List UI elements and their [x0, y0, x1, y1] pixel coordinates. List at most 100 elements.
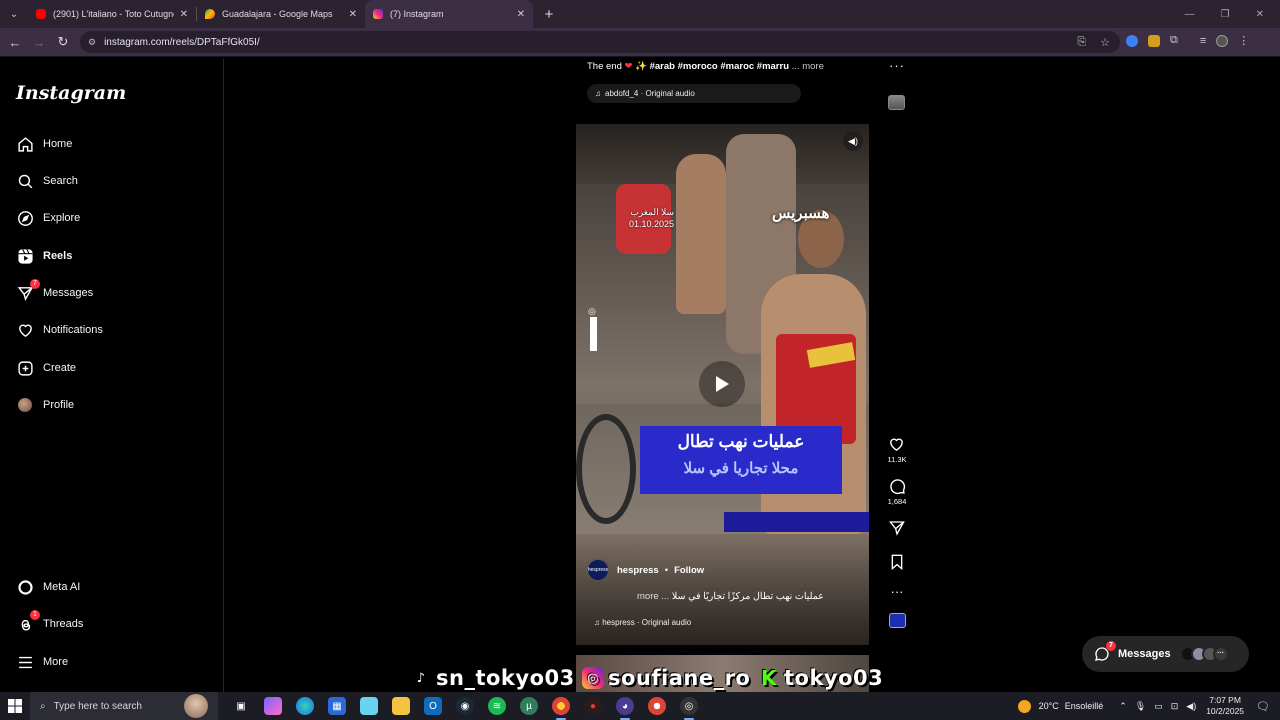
previous-reel-audio[interactable]: ♫ abdofd_4 · Original audio	[587, 84, 801, 103]
news-banner: عمليات نهب تطال محلا تجاريا في سلا	[640, 426, 842, 494]
install-app-icon[interactable]: ⎘	[1077, 36, 1086, 49]
tab-title: Guadalajara - Google Maps	[222, 9, 333, 19]
weather-sun-icon[interactable]	[1017, 699, 1031, 713]
sidebar-item-notifications[interactable]: Notifications	[16, 317, 103, 343]
extension-icon[interactable]	[1148, 34, 1160, 47]
sidebar-item-meta-ai[interactable]: Meta AI	[16, 574, 80, 600]
sidebar-item-create[interactable]: Create	[16, 355, 76, 381]
chrome-profile-icon[interactable]	[648, 697, 666, 715]
author-avatar[interactable]: hespress	[587, 559, 609, 581]
follow-button[interactable]: Follow	[674, 565, 704, 576]
file-explorer-icon[interactable]	[392, 697, 410, 715]
restore-icon[interactable]: ❐	[1221, 9, 1230, 20]
messages-pill-label: Messages	[1118, 648, 1171, 660]
reel-caption[interactable]: more ... عمليات نهب تطال مركزًا تجاريًا …	[637, 591, 824, 602]
kebab-menu-icon[interactable]: ⋮	[1238, 34, 1249, 47]
network-icon[interactable]: ⊡	[1171, 701, 1179, 712]
sidebar-item-label: Reels	[43, 250, 73, 262]
obs-icon[interactable]: ◎	[680, 697, 698, 720]
spotify-icon[interactable]: ≋	[488, 697, 506, 715]
chrome-icon[interactable]	[552, 697, 570, 720]
taskbar-clock[interactable]: 7:07 PM 10/2/2025	[1206, 695, 1244, 717]
weather-temp[interactable]: 20°C	[1039, 701, 1059, 711]
reload-icon[interactable]: ↻	[51, 34, 75, 50]
app-red-icon[interactable]: ●	[584, 697, 602, 715]
edge-icon[interactable]	[296, 697, 314, 715]
audio-thumbnail-icon[interactable]	[888, 95, 905, 110]
more-avatars-icon: ···	[1212, 646, 1229, 662]
chevron-up-icon[interactable]: ⌃	[1119, 701, 1127, 712]
store-icon[interactable]: ▦	[328, 697, 346, 715]
tab-instagram[interactable]: (7) Instagram ✕	[365, 0, 533, 28]
reel-audio-link[interactable]: ♫ hespress · Original audio	[594, 618, 691, 627]
tab-search-button[interactable]: ⌄	[0, 0, 28, 28]
sidebar-item-search[interactable]: Search	[16, 168, 78, 194]
windows-start-button[interactable]	[0, 699, 30, 713]
more-link[interactable]: ... more	[792, 61, 824, 72]
volume-icon[interactable]: ◀)	[1186, 701, 1196, 712]
play-button[interactable]	[699, 361, 745, 407]
instagram-favicon-icon	[373, 9, 383, 19]
previous-reel-caption[interactable]: The end ❤ ✨ #arab #moroco #maroc #marru …	[587, 61, 824, 72]
minimize-icon[interactable]: —	[1185, 9, 1195, 20]
extension-icon[interactable]	[1126, 34, 1138, 47]
weather-desc[interactable]: Ensoleillé	[1065, 701, 1104, 711]
compass-icon	[16, 209, 34, 227]
instagram-logo[interactable]: Instagram	[16, 82, 126, 104]
tab-youtube[interactable]: (2901) L'italiano - Toto Cutugno ✕	[28, 0, 196, 28]
comment-icon	[889, 479, 905, 495]
maps-favicon-icon	[205, 9, 215, 19]
like-button[interactable]: 11.3K	[887, 436, 907, 464]
music-note-icon: ♫	[595, 89, 601, 98]
share-button[interactable]	[889, 520, 905, 536]
close-icon[interactable]: ✕	[349, 9, 357, 20]
more-options-icon[interactable]: ···	[889, 58, 905, 73]
close-icon[interactable]: ✕	[180, 9, 188, 20]
forward-icon[interactable]: →	[27, 35, 51, 50]
messages-floating-button[interactable]: 7 Messages ···	[1082, 636, 1249, 672]
site-info-icon[interactable]: ⚙	[88, 37, 96, 48]
author-username[interactable]: hespress	[617, 565, 659, 576]
tab-google-maps[interactable]: Guadalajara - Google Maps ✕	[197, 0, 365, 28]
display-icon[interactable]: ▭	[1154, 701, 1163, 712]
task-view-icon[interactable]: ▣	[232, 697, 250, 715]
plus-square-icon	[16, 359, 34, 377]
sidebar-item-profile[interactable]: Profile	[16, 392, 74, 418]
sidebar-item-more[interactable]: More	[16, 649, 68, 675]
tab-title: (7) Instagram	[390, 9, 444, 19]
music-note-icon: ♫	[594, 618, 600, 627]
back-icon[interactable]: ←	[3, 35, 27, 50]
puzzle-icon[interactable]: ⧉	[1170, 34, 1178, 47]
video-overlay-bar	[590, 317, 597, 351]
utorrent-icon[interactable]: µ	[520, 697, 538, 715]
microphone-icon[interactable]: 🎙	[1135, 701, 1146, 712]
steam-icon[interactable]: ◉	[456, 697, 474, 715]
app-icon[interactable]	[360, 697, 378, 715]
threads-badge: 1	[30, 610, 40, 620]
tab-title: (2901) L'italiano - Toto Cutugno	[53, 9, 174, 19]
audio-thumbnail-icon[interactable]	[888, 613, 906, 628]
sidebar-item-messages[interactable]: 7 Messages	[16, 279, 93, 306]
taskbar-search-input[interactable]: ⌕ Type here to search	[30, 692, 218, 720]
bookmark-star-icon[interactable]: ☆	[1100, 36, 1110, 49]
reading-list-icon[interactable]: ≡	[1200, 35, 1206, 47]
profile-avatar[interactable]	[1216, 34, 1229, 47]
new-tab-button[interactable]: +	[537, 6, 561, 23]
save-button[interactable]	[889, 554, 905, 570]
comment-button[interactable]: 1,684	[888, 478, 906, 506]
close-window-icon[interactable]: ✕	[1256, 9, 1264, 20]
sidebar-item-threads[interactable]: 1 Threads	[16, 610, 83, 637]
instagram-icon: ◎	[582, 667, 604, 689]
sidebar-item-explore[interactable]: Explore	[16, 205, 80, 231]
address-bar[interactable]: ⚙ instagram.com/reels/DPTaFfGk05I/ ⎘ ☆	[80, 31, 1120, 53]
volume-icon[interactable]: ◀)	[843, 131, 863, 151]
notifications-icon[interactable]: 🗨	[1256, 700, 1270, 713]
close-icon[interactable]: ✕	[517, 9, 525, 20]
more-link[interactable]: more ...	[637, 591, 669, 602]
sidebar-item-reels[interactable]: Reels	[16, 243, 72, 269]
outlook-icon[interactable]: O	[424, 697, 442, 715]
discord-icon[interactable]: ◕	[616, 697, 634, 720]
more-options-icon[interactable]: ···	[891, 584, 904, 599]
sidebar-item-home[interactable]: Home	[16, 131, 72, 157]
copilot-icon[interactable]	[264, 697, 282, 715]
